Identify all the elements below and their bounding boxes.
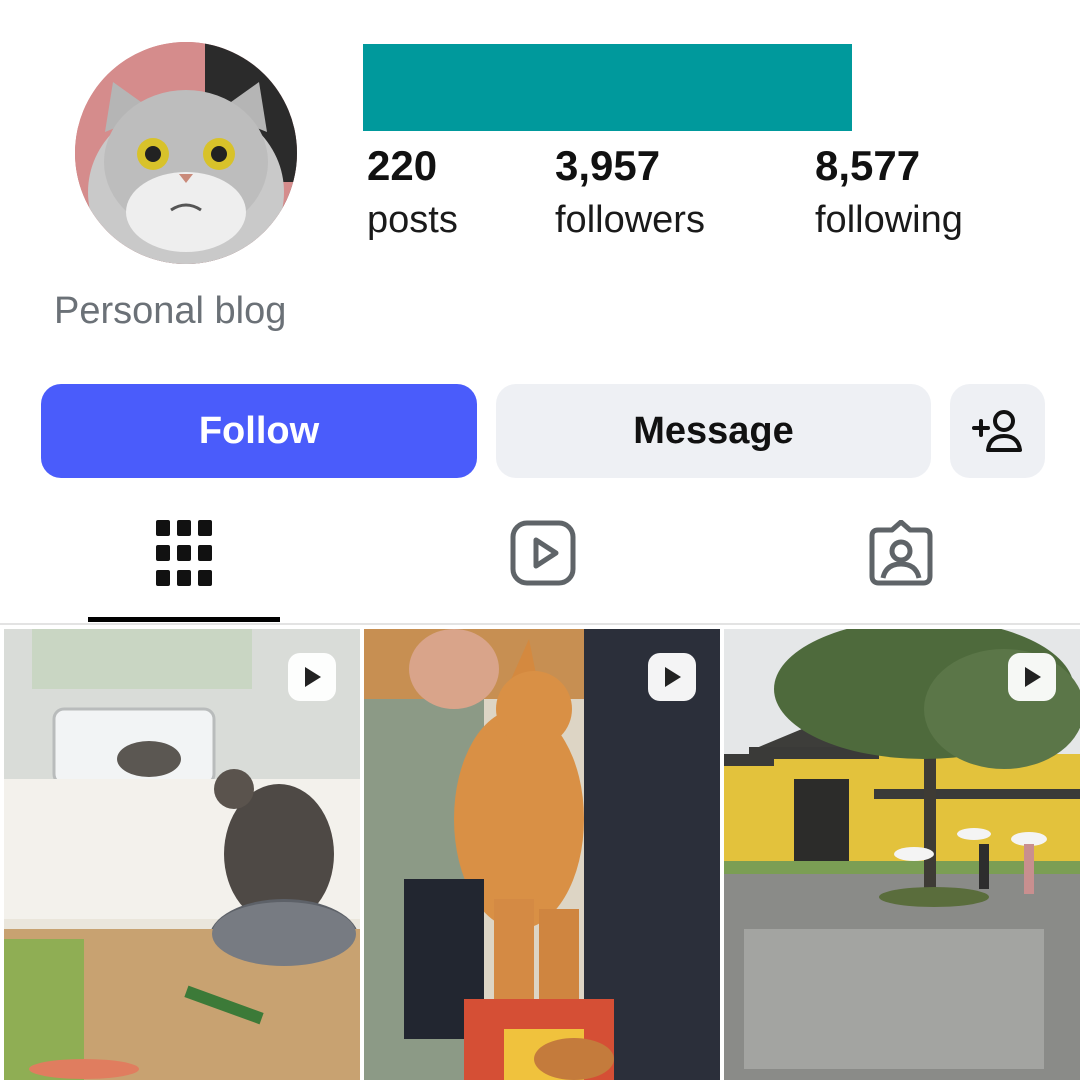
play-icon bbox=[1025, 667, 1041, 687]
stat-following-label: following bbox=[815, 199, 963, 241]
stat-followers-value: 3,957 bbox=[555, 142, 661, 189]
stat-following-value: 8,577 bbox=[815, 142, 921, 189]
profile-avatar[interactable] bbox=[75, 42, 297, 264]
video-badge bbox=[648, 653, 696, 701]
post-tile-3[interactable] bbox=[724, 629, 1080, 1080]
video-badge bbox=[1008, 653, 1056, 701]
play-icon bbox=[665, 667, 681, 687]
add-person-icon bbox=[971, 410, 1022, 452]
stat-posts[interactable]: 220 posts bbox=[367, 142, 458, 244]
post-tile-1[interactable] bbox=[4, 629, 360, 1080]
active-tab-indicator bbox=[88, 617, 280, 622]
message-button[interactable]: Message bbox=[496, 384, 931, 478]
play-icon bbox=[305, 667, 321, 687]
post-tile-2[interactable] bbox=[364, 629, 720, 1080]
posts-grid bbox=[4, 629, 1080, 1080]
profile-bio: Personal blog bbox=[54, 290, 287, 332]
tagged-icon bbox=[869, 520, 933, 586]
follow-button[interactable]: Follow bbox=[41, 384, 477, 478]
tab-posts-grid[interactable] bbox=[94, 508, 274, 598]
stat-following[interactable]: 8,577 following bbox=[815, 142, 963, 244]
stat-posts-value: 220 bbox=[367, 142, 438, 189]
tab-reels[interactable] bbox=[453, 508, 633, 598]
stat-followers[interactable]: 3,957 followers bbox=[555, 142, 705, 244]
tab-divider bbox=[0, 623, 1080, 625]
profile-name-redacted bbox=[363, 44, 852, 131]
add-person-button[interactable] bbox=[950, 384, 1045, 478]
stat-posts-label: posts bbox=[367, 199, 458, 241]
reels-icon bbox=[510, 520, 576, 586]
video-badge bbox=[288, 653, 336, 701]
tab-tagged[interactable] bbox=[811, 508, 991, 598]
grid-icon bbox=[156, 520, 212, 586]
cat-avatar-icon bbox=[75, 42, 297, 264]
stat-followers-label: followers bbox=[555, 199, 705, 241]
